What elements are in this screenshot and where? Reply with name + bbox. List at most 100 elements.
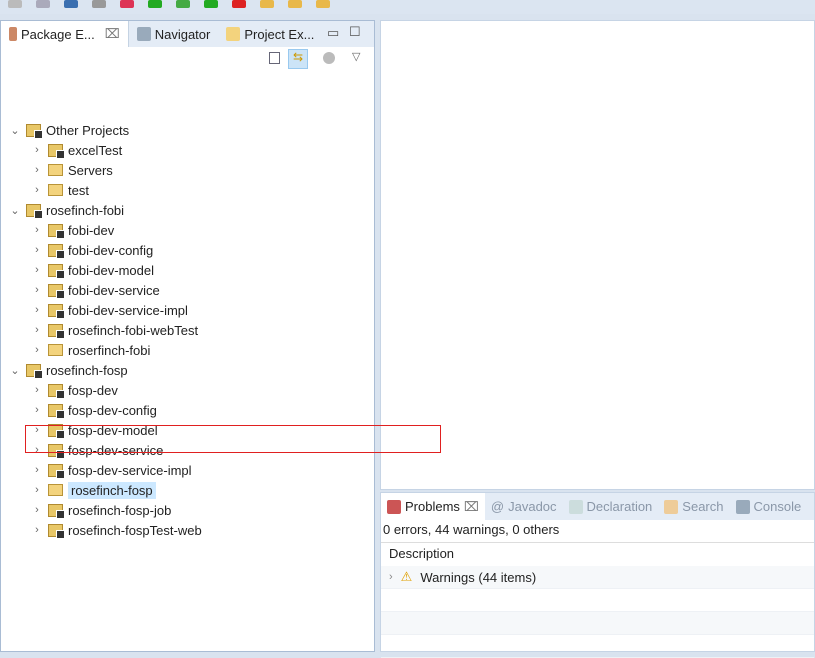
package-explorer-panel: Package E... ⌧ Navigator Project Ex... ▭… — [0, 20, 375, 652]
chevron-right-icon[interactable]: › — [31, 264, 43, 276]
save-icon[interactable] — [36, 0, 50, 8]
tree-item[interactable]: › roserfinch-fobi — [31, 340, 150, 360]
chevron-right-icon[interactable]: › — [31, 424, 43, 436]
back-icon[interactable] — [288, 0, 302, 8]
chevron-right-icon[interactable]: › — [31, 224, 43, 236]
tree-item[interactable]: ⌄ Other Projects — [9, 120, 129, 140]
tree-item-label: rosefinch-fobi-webTest — [68, 322, 199, 338]
tree-item[interactable]: › rosefinch-fosp — [31, 480, 156, 500]
focus-icon[interactable] — [323, 52, 335, 64]
project-icon — [48, 423, 65, 439]
close-icon[interactable]: ⌧ — [105, 26, 120, 42]
console-icon — [735, 499, 750, 514]
terminal-icon[interactable] — [64, 0, 78, 8]
tree-item[interactable]: › excelTest — [31, 140, 122, 160]
chevron-right-icon[interactable]: › — [31, 464, 43, 476]
chevron-right-icon[interactable]: › — [31, 524, 43, 536]
tab-problems[interactable]: Problems ⌧ — [381, 493, 485, 520]
tree-item[interactable]: › rosefinch-fosp-job — [31, 500, 171, 520]
tree-item[interactable]: › Servers — [31, 160, 113, 180]
tree-item[interactable]: › fobi-dev-service — [31, 280, 160, 300]
project-icon — [48, 283, 65, 299]
chevron-right-icon[interactable]: › — [31, 504, 43, 516]
tab-declaration[interactable]: Declaration — [563, 493, 659, 520]
chevron-down-icon[interactable]: ⌄ — [9, 124, 21, 137]
warnings-group-row[interactable]: › ⚠ Warnings (44 items) — [381, 566, 814, 589]
view-menu-icon[interactable]: ▽ — [352, 50, 360, 63]
chevron-right-icon[interactable]: › — [31, 164, 43, 176]
javadoc-icon: @ — [490, 499, 505, 514]
tree-item[interactable]: › fosp-dev-config — [31, 400, 157, 420]
tree-item-label: rosefinch-fosp-job — [68, 502, 172, 518]
tab-project-explorer[interactable]: Project Ex... — [218, 21, 322, 47]
project-icon — [48, 143, 65, 159]
package-explorer-icon — [9, 27, 17, 41]
chevron-right-icon[interactable]: › — [31, 284, 43, 296]
tree-item-label: fosp-dev-model — [68, 422, 158, 438]
tree-item[interactable]: › fobi-dev-model — [31, 260, 154, 280]
chevron-right-icon[interactable]: › — [31, 444, 43, 456]
tree-item[interactable]: › fosp-dev-service-impl — [31, 460, 192, 480]
tree-item-label: fobi-dev-config — [68, 242, 154, 258]
tree-item-label: fosp-dev-service-impl — [68, 462, 192, 478]
tree-item[interactable]: › test — [31, 180, 89, 200]
working-set-icon — [26, 363, 43, 379]
chevron-right-icon[interactable]: › — [31, 244, 43, 256]
tree-item[interactable]: › fobi-dev-config — [31, 240, 153, 260]
project-icon — [48, 323, 65, 339]
problems-icon — [387, 499, 401, 514]
tree-item[interactable]: › rosefinch-fobi-webTest — [31, 320, 198, 340]
tab-search[interactable]: Search — [658, 493, 729, 520]
tree-item-label: fobi-dev-model — [68, 262, 154, 278]
warning-icon: ⚠ — [400, 569, 413, 584]
tab-package-explorer[interactable]: Package E... ⌧ — [1, 21, 129, 47]
column-header-description[interactable]: Description — [381, 543, 814, 566]
tree-item-label: excelTest — [68, 142, 123, 158]
search-icon[interactable] — [92, 0, 106, 8]
tree-item[interactable]: › fosp-dev — [31, 380, 118, 400]
chevron-right-icon[interactable]: › — [31, 484, 43, 496]
minimize-icon[interactable]: ▭ — [327, 25, 339, 41]
forward-icon[interactable] — [316, 0, 330, 8]
chevron-down-icon[interactable]: ⌄ — [9, 204, 21, 217]
chevron-right-icon[interactable]: › — [31, 404, 43, 416]
chevron-right-icon[interactable]: › — [31, 304, 43, 316]
open-folder-icon[interactable] — [260, 0, 274, 8]
tab-label: Package E... — [21, 26, 95, 42]
tree-item-label: rosefinch-fospTest-web — [68, 522, 202, 538]
folder-icon — [226, 27, 241, 41]
tree-item[interactable]: › fosp-dev-service — [31, 440, 163, 460]
package-icon[interactable] — [120, 0, 134, 8]
tree-item[interactable]: › fobi-dev-service-impl — [31, 300, 188, 320]
chevron-right-icon[interactable]: › — [31, 324, 43, 336]
tree-item[interactable]: ⌄ rosefinch-fobi — [9, 200, 124, 220]
tab-console[interactable]: Console — [730, 493, 808, 520]
tree-item-label: fobi-dev-service — [68, 282, 160, 298]
tab-javadoc[interactable]: @ Javadoc — [485, 493, 563, 520]
tree-item[interactable]: › rosefinch-fospTest-web — [31, 520, 202, 540]
run-icon[interactable] — [204, 0, 218, 8]
new-icon[interactable] — [8, 0, 22, 8]
chevron-right-icon[interactable]: › — [389, 571, 393, 583]
working-set-icon — [26, 203, 43, 219]
external-tools-icon[interactable] — [232, 0, 246, 8]
link-with-editor-icon[interactable]: ⇆ — [288, 49, 308, 69]
tree-item[interactable]: › fosp-dev-model — [31, 420, 158, 440]
tree-item[interactable]: › fobi-dev — [31, 220, 114, 240]
project-icon — [48, 403, 65, 419]
chevron-right-icon[interactable]: › — [31, 344, 43, 356]
chevron-right-icon[interactable]: › — [31, 184, 43, 196]
refresh-icon[interactable] — [148, 0, 162, 8]
chevron-down-icon[interactable]: ⌄ — [9, 364, 21, 377]
chevron-right-icon[interactable]: › — [31, 144, 43, 156]
tree-item-label: roserfinch-fobi — [68, 342, 151, 358]
project-icon — [48, 223, 65, 239]
debug-icon[interactable] — [176, 0, 190, 8]
maximize-icon[interactable]: ☐ — [349, 24, 361, 40]
editor-area — [380, 20, 815, 490]
chevron-right-icon[interactable]: › — [31, 384, 43, 396]
tab-navigator[interactable]: Navigator — [129, 21, 219, 47]
tree-item[interactable]: ⌄ rosefinch-fosp — [9, 360, 128, 380]
collapse-all-icon[interactable] — [269, 52, 280, 64]
close-icon[interactable]: ⌧ — [464, 499, 479, 515]
